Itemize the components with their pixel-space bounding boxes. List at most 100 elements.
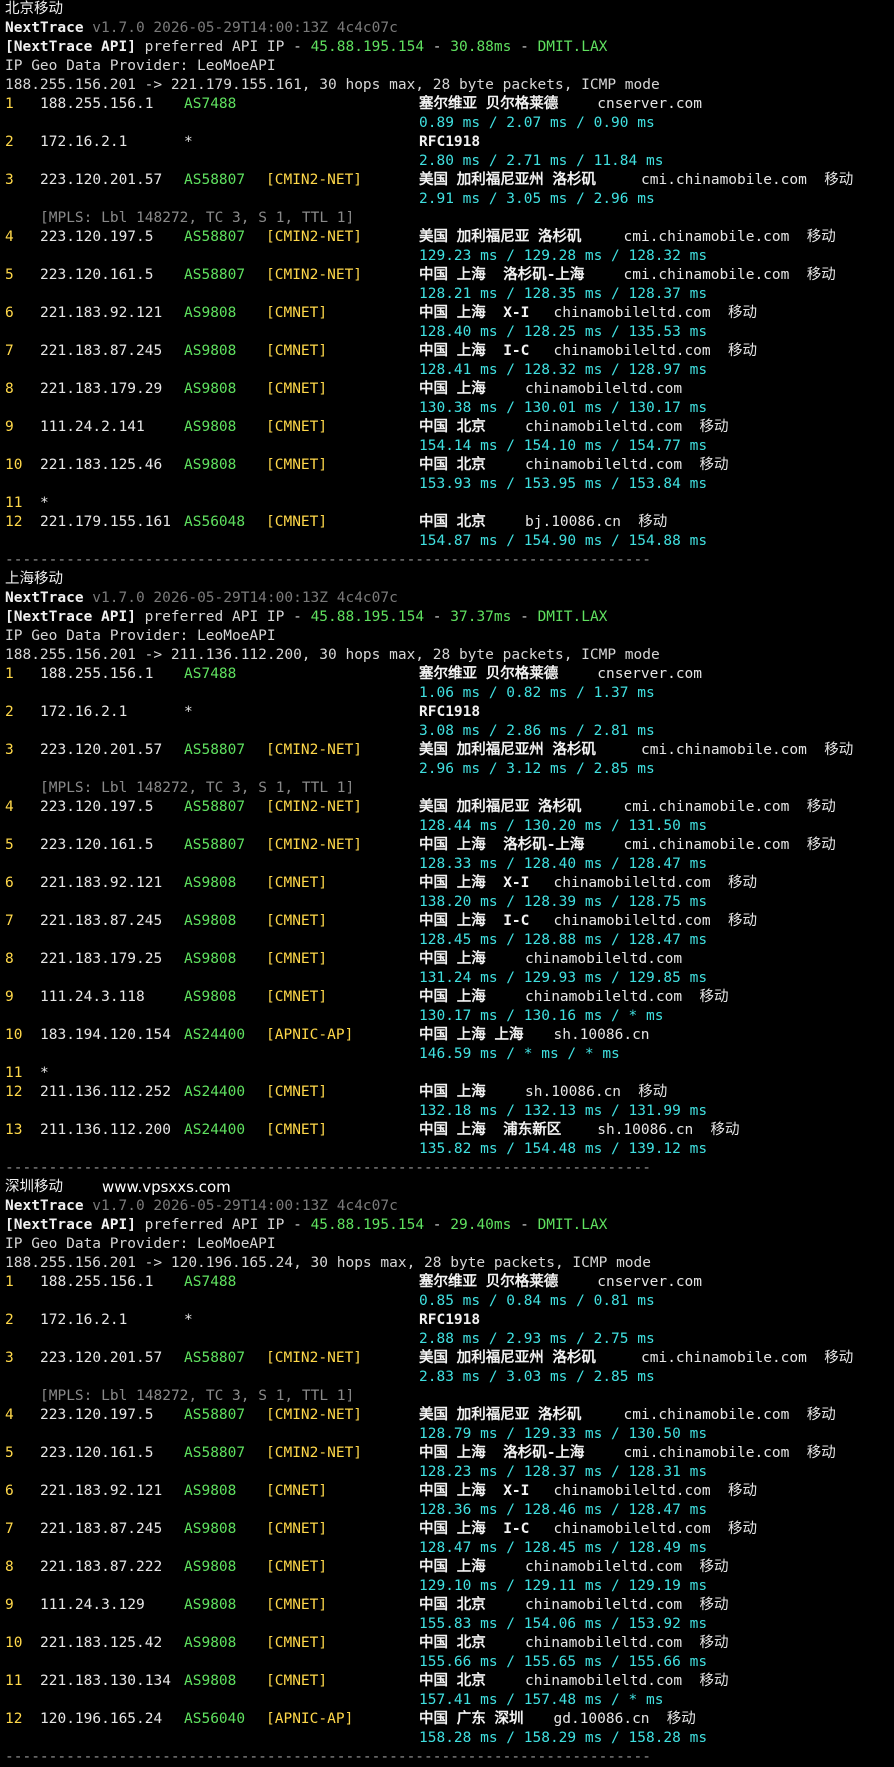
hop-geo: 中国 北京 xyxy=(419,457,486,473)
hop-latency: 128.44 ms / 130.20 ms / 131.50 ms xyxy=(419,818,708,834)
hop-host: chinamobileltd.com xyxy=(525,419,683,435)
hop-latency: 2.91 ms / 3.05 ms / 2.96 ms xyxy=(419,191,655,207)
hop-geo: 中国 上海 I-C xyxy=(419,1521,530,1537)
hop-number: 1 xyxy=(5,666,14,682)
app-name: NextTrace xyxy=(5,1198,84,1214)
hop-row: 4 223.120.197.5 AS58807 [CMIN2-NET] 美国 加利福尼亚… xyxy=(5,798,894,817)
section-title: 深圳移动 www.vpsxxs.com xyxy=(5,1178,894,1197)
hop-host: chinamobileltd.com xyxy=(525,1673,683,1689)
hop-host: cmi.chinamobile.com xyxy=(623,1407,790,1423)
hop-number: 5 xyxy=(5,837,14,853)
hop-isp: 移动 xyxy=(699,1597,729,1613)
hop-geo: 中国 上海 I-C xyxy=(419,343,530,359)
hop-asn: AS9808 xyxy=(184,875,237,891)
hop-ip: * xyxy=(40,1065,49,1081)
api-ms: 29.40ms xyxy=(450,1217,512,1233)
mpls-line: [MPLS: Lbl 148272, TC 3, S 1, TTL 1] xyxy=(5,1387,894,1406)
api-line: [NextTrace API] preferred API IP - 45.88… xyxy=(5,608,894,627)
api-prefix: [NextTrace API] xyxy=(5,1217,136,1233)
hop-geo: RFC1918 xyxy=(419,704,481,720)
hop-latency-row: 128.47 ms / 128.45 ms / 128.49 ms xyxy=(5,1539,894,1558)
hop-tag: [CMIN2-NET] xyxy=(266,742,363,758)
hop-row: 2 172.16.2.1 * RFC1918 xyxy=(5,703,894,722)
hop-latency: 138.20 ms / 128.39 ms / 128.75 ms xyxy=(419,894,708,910)
hop-host: cmi.chinamobile.com xyxy=(641,742,807,758)
hop-asn: AS9808 xyxy=(184,343,237,359)
hop-latency: 155.83 ms / 154.06 ms / 153.92 ms xyxy=(419,1616,708,1632)
hop-geo: 美国 加利福尼亚州 洛杉矶 xyxy=(419,1350,596,1366)
hop-ip: 223.120.201.57 xyxy=(40,1350,163,1366)
hop-asn: AS7488 xyxy=(184,1274,237,1290)
section-title: 上海移动 xyxy=(5,570,894,589)
separator-line: ----------------------------------------… xyxy=(5,1749,652,1765)
section-title-text: 上海移动 xyxy=(5,571,63,587)
api-site: DMIT.LAX xyxy=(537,609,608,625)
hop-asn: AS9808 xyxy=(184,1597,237,1613)
hop-latency-row: 0.85 ms / 0.84 ms / 0.81 ms xyxy=(5,1292,894,1311)
version-text: v1.7.0 2026-05-29T14:00:13Z 4c4c07c xyxy=(83,20,398,36)
hop-isp: 移动 xyxy=(699,1635,729,1651)
hop-isp: 移动 xyxy=(806,1407,836,1423)
hop-asn: AS9808 xyxy=(184,989,237,1005)
hop-latency: 128.36 ms / 128.46 ms / 128.47 ms xyxy=(419,1502,708,1518)
hop-latency-row: 129.10 ms / 129.11 ms / 129.19 ms xyxy=(5,1577,894,1596)
hop-asn: AS58807 xyxy=(184,799,246,815)
hop-ip: 221.183.92.121 xyxy=(40,1483,163,1499)
hop-host: cnserver.com xyxy=(597,96,703,112)
hop-number: 8 xyxy=(5,381,14,397)
hop-geo: RFC1918 xyxy=(419,134,481,150)
api-ip: 45.88.195.154 xyxy=(310,1217,425,1233)
hop-geo: 中国 上海 I-C xyxy=(419,913,530,929)
route-line: 188.255.156.201 -> 221.179.155.161, 30 h… xyxy=(5,76,894,95)
hop-latency: 128.79 ms / 129.33 ms / 130.50 ms xyxy=(419,1426,708,1442)
hop-latency-row: 155.83 ms / 154.06 ms / 153.92 ms xyxy=(5,1615,894,1634)
hop-latency-row: 2.83 ms / 3.03 ms / 2.85 ms xyxy=(5,1368,894,1387)
api-site: DMIT.LAX xyxy=(537,1217,608,1233)
hop-latency-row: 2.91 ms / 3.05 ms / 2.96 ms xyxy=(5,190,894,209)
hop-tag: [CMNET] xyxy=(266,1084,328,1100)
hop-host: chinamobileltd.com xyxy=(525,381,683,397)
hop-host: sh.10086.cn xyxy=(597,1122,694,1138)
hop-asn: AS58807 xyxy=(184,1350,246,1366)
api-dash: - xyxy=(511,609,538,625)
hop-host: chinamobileltd.com xyxy=(553,913,711,929)
mpls-line: [MPLS: Lbl 148272, TC 3, S 1, TTL 1] xyxy=(5,209,894,228)
hop-number: 9 xyxy=(5,419,14,435)
hop-number: 7 xyxy=(5,343,14,359)
hop-isp: 移动 xyxy=(824,172,854,188)
hop-latency-row: 129.23 ms / 129.28 ms / 128.32 ms xyxy=(5,247,894,266)
hop-isp: 移动 xyxy=(728,305,757,321)
hop-tag: [CMNET] xyxy=(266,1673,328,1689)
hop-ip: 223.120.161.5 xyxy=(40,1445,154,1461)
hop-asn: AS56040 xyxy=(184,1711,246,1727)
hop-asn: AS24400 xyxy=(184,1027,246,1043)
hop-row: 2 172.16.2.1 * RFC1918 xyxy=(5,133,894,152)
hop-latency-row: 130.38 ms / 130.01 ms / 130.17 ms xyxy=(5,399,894,418)
hop-latency-row: 128.40 ms / 128.25 ms / 135.53 ms xyxy=(5,323,894,342)
hop-number: 11 xyxy=(5,495,23,511)
hop-ip: 111.24.2.141 xyxy=(40,419,145,435)
hop-ip: 223.120.161.5 xyxy=(40,837,154,853)
hop-isp: 移动 xyxy=(728,1521,757,1537)
provider-text: IP Geo Data Provider: LeoMoeAPI xyxy=(5,58,276,74)
hop-geo: 中国 北京 xyxy=(419,514,486,530)
api-mid: preferred API IP - xyxy=(135,1217,311,1233)
hop-latency-row: 1.06 ms / 0.82 ms / 1.37 ms xyxy=(5,684,894,703)
hop-geo: 中国 上海 洛杉矶-上海 xyxy=(419,267,585,283)
hop-asn: AS9808 xyxy=(184,305,237,321)
hop-isp: 移动 xyxy=(806,1445,836,1461)
hop-isp: 移动 xyxy=(728,343,757,359)
hop-asn: AS58807 xyxy=(184,1407,246,1423)
hop-tag: [CMNET] xyxy=(266,343,328,359)
hop-isp: 移动 xyxy=(638,514,668,530)
hop-ip: 223.120.201.57 xyxy=(40,742,163,758)
hop-latency-row: 153.93 ms / 153.95 ms / 153.84 ms xyxy=(5,475,894,494)
hop-number: 3 xyxy=(5,172,14,188)
hop-latency-row: 128.45 ms / 128.88 ms / 128.47 ms xyxy=(5,931,894,950)
hop-tag: [CMIN2-NET] xyxy=(266,267,363,283)
hop-number: 12 xyxy=(5,1711,23,1727)
hop-latency: 132.18 ms / 132.13 ms / 131.99 ms xyxy=(419,1103,708,1119)
hop-row: 1 188.255.156.1 AS7488 塞尔维亚 贝尔格莱德 cnserver.c… xyxy=(5,95,894,114)
hop-ip: 111.24.3.129 xyxy=(40,1597,145,1613)
hop-host: sh.10086.cn xyxy=(553,1027,650,1043)
